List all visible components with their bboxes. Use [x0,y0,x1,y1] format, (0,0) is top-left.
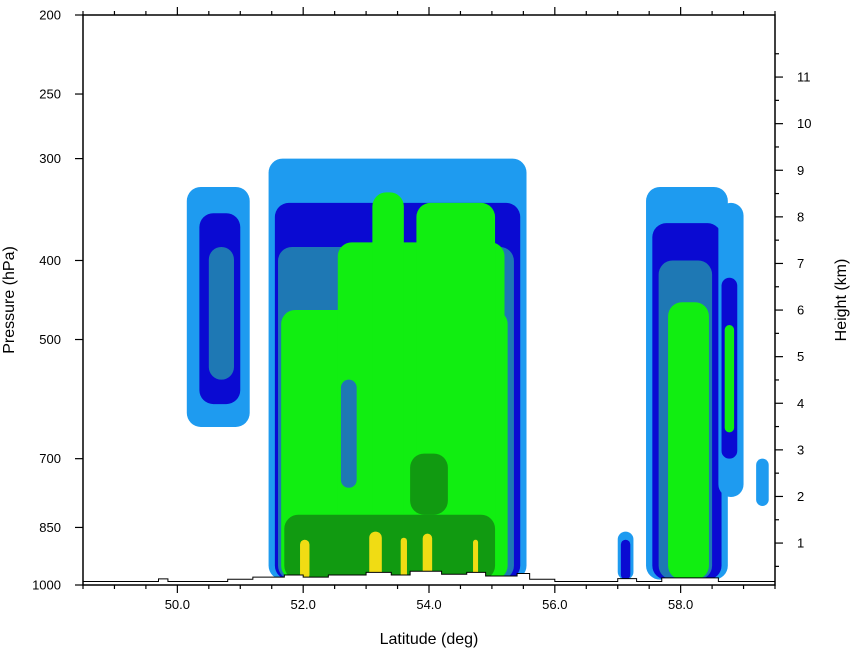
contour-cell-26 [724,325,735,433]
contour-cell-15 [400,537,407,580]
y-axis-title-left: Pressure (hPa) [1,246,18,354]
y-axis-title-right: Height (km) [833,259,850,342]
y-tick-label: 1000 [32,578,61,593]
y-tick-label: 250 [39,87,61,102]
x-tick-label: 58.0 [668,597,693,612]
x-axis-title: Latitude (deg) [380,631,479,648]
height-tick-label: 8 [797,209,804,224]
height-tick-label: 4 [797,396,804,411]
x-tick-label: 54.0 [416,597,441,612]
height-tick-label: 3 [797,442,804,457]
contour-cell-2 [208,246,234,380]
y-tick-label: 400 [39,253,61,268]
x-tick-label: 56.0 [542,597,567,612]
cross-section-chart: 50.0 52.0 54.0 56.0 58.020025030040050070085… [1,7,850,648]
y-tick-label: 200 [39,8,61,23]
y-tick-label: 300 [39,151,61,166]
height-tick-label: 7 [797,256,804,271]
contour-cell-27 [756,458,769,506]
x-tick-label: 52.0 [291,597,316,612]
height-tick-label: 11 [797,70,811,85]
contour-cell-23 [668,302,709,580]
contour-cell-19 [620,539,631,580]
height-tick-label: 1 [797,536,804,551]
height-tick-label: 9 [797,163,804,178]
y-tick-label: 700 [39,451,61,466]
y-tick-label: 850 [39,520,61,535]
contour-cell-13 [300,539,310,580]
contour-fill-layer [186,158,769,580]
height-tick-label: 2 [797,489,804,504]
height-tick-label: 10 [797,116,811,131]
y-tick-label: 500 [39,332,61,347]
x-tick-label: 50.0 [165,597,190,612]
contour-cell-10 [340,379,357,488]
height-tick-label: 5 [797,349,804,364]
height-tick-label: 6 [797,303,804,318]
contour-cell-12 [410,453,448,515]
contour-cell-11 [284,514,496,580]
